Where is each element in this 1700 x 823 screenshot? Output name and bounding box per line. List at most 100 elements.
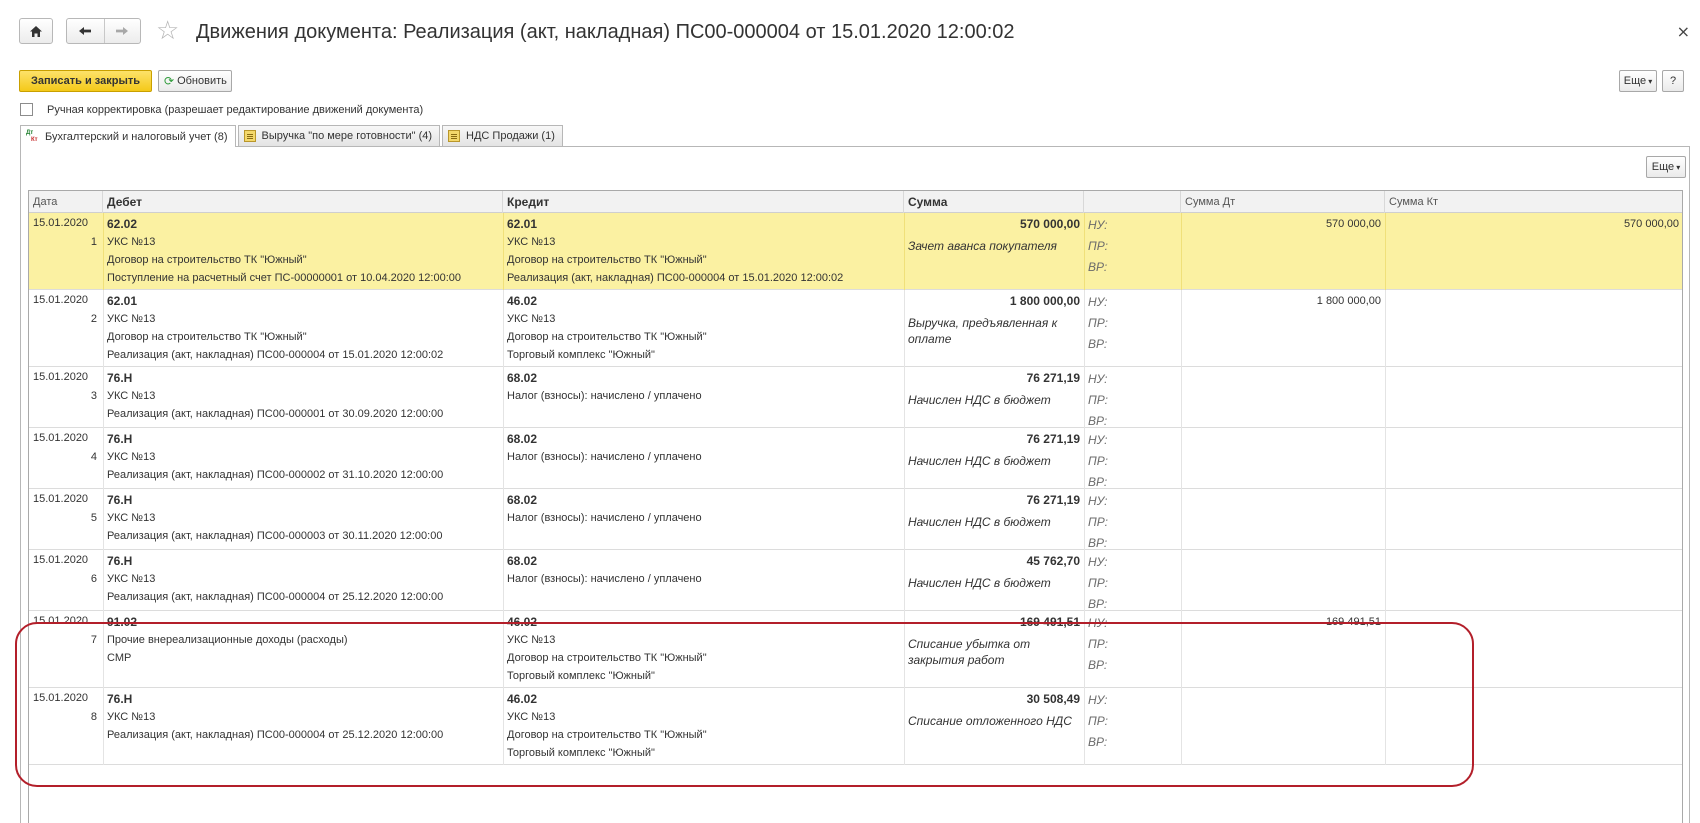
manual-correction-checkbox[interactable] (20, 103, 33, 116)
cell-date: 15.01.2020 (33, 294, 89, 306)
cell-line-number: 1 (90, 236, 97, 248)
more-button[interactable]: Еще ▾ (1619, 70, 1657, 92)
cell-debit-account: 91.02 (107, 615, 138, 629)
back-button[interactable] (67, 19, 104, 43)
tab-revenue[interactable]: Выручка "по мере готовности" (4) (237, 125, 441, 146)
cell-content: Зачет аванса покупателя (908, 239, 1057, 253)
cell-tag-vr: ВР: (1088, 735, 1108, 749)
column-divider (904, 688, 905, 765)
cell-tag-nu: НУ: (1088, 494, 1108, 508)
cell-debit-subconto: УКС №13 (107, 451, 156, 463)
save-and-close-button[interactable]: Записать и закрыть (19, 70, 152, 92)
header-sum[interactable]: Сумма (904, 191, 1084, 213)
column-divider (904, 367, 905, 428)
cell-credit-account: 68.02 (507, 554, 538, 568)
cell-content: Начислен НДС в бюджет (908, 393, 1051, 407)
tab-label: НДС Продажи (1) (466, 130, 555, 142)
cell-tag-pr: ПР: (1088, 637, 1108, 651)
table-row[interactable]: 15.01.2020 7 91.02 Прочие внереализационные… (29, 611, 1682, 688)
cell-credit-account: 68.02 (507, 371, 538, 385)
column-divider (503, 367, 504, 428)
cell-tag-nu: НУ: (1088, 616, 1108, 630)
column-divider (1084, 550, 1085, 611)
column-divider (503, 688, 504, 765)
help-button[interactable]: ? (1662, 70, 1684, 92)
cell-debit-subconto: УКС №13 (107, 313, 156, 325)
manual-correction-label: Ручная корректировка (разрешает редактир… (47, 103, 424, 116)
more-label: Еще (1651, 161, 1675, 173)
header-sum-kt[interactable]: Сумма Кт (1385, 191, 1682, 213)
register-icon (448, 130, 461, 142)
header-debit[interactable]: Дебет (103, 191, 503, 213)
table-row[interactable]: 15.01.2020 8 76.Н УКС №13 Реализация (акт, н… (29, 688, 1682, 765)
table-row[interactable]: 15.01.2020 1 62.02 УКС №13 Договор на строит… (29, 213, 1682, 290)
column-divider (503, 428, 504, 489)
header-date[interactable]: Дата (29, 191, 103, 213)
tab-label: Бухгалтерский и налоговый учет (8) (45, 130, 228, 143)
cell-debit-subconto: УКС №13 (107, 390, 156, 402)
table-row[interactable]: 15.01.2020 4 76.Н УКС №13 Реализация (акт, н… (29, 428, 1682, 489)
refresh-button[interactable]: ⟳ Обновить (158, 70, 232, 92)
cell-line-number: 3 (90, 390, 97, 402)
cell-credit-subconto: Налог (взносы): начислено / уплачено (507, 573, 702, 585)
table-row[interactable]: 15.01.2020 2 62.01 УКС №13 Договор на строит… (29, 290, 1682, 367)
cell-sum-dt: 570 000,00 (1325, 218, 1381, 230)
favorite-star-icon[interactable]: ☆ (156, 17, 179, 45)
forward-button[interactable] (103, 19, 141, 43)
cell-debit-account: 76.Н (107, 371, 133, 385)
column-divider (503, 213, 504, 290)
column-divider (103, 367, 104, 428)
cell-debit-subconto: УКС №13 (107, 573, 156, 585)
table-row[interactable]: 15.01.2020 3 76.Н УКС №13 Реализация (акт, н… (29, 367, 1682, 428)
cell-content: Начислен НДС в бюджет (908, 515, 1051, 529)
arrow-right-icon (116, 27, 129, 35)
cell-sum: 570 000,00 (1019, 217, 1080, 231)
table-row[interactable]: 15.01.2020 6 76.Н УКС №13 Реализация (акт, н… (29, 550, 1682, 611)
cell-debit-subconto: УКС №13 (107, 711, 156, 723)
cell-tag-pr: ПР: (1088, 239, 1108, 253)
cell-debit-subconto: Реализация (акт, накладная) ПС00-000002 … (107, 469, 444, 481)
home-button[interactable] (19, 18, 53, 44)
column-divider (1084, 367, 1085, 428)
cell-debit-subconto: Реализация (акт, накладная) ПС00-000004 … (107, 729, 444, 741)
cell-credit-account: 46.02 (507, 294, 538, 308)
cell-content: Начислен НДС в бюджет (908, 454, 1051, 468)
cell-tag-vr: ВР: (1088, 597, 1108, 611)
column-divider (1181, 550, 1182, 611)
column-divider (1385, 688, 1386, 765)
column-divider (1181, 688, 1182, 765)
cell-credit-subconto: Реализация (акт, накладная) ПС00-000004 … (507, 272, 844, 284)
cell-credit-subconto: Торговый комплекс "Южный" (507, 349, 655, 361)
column-divider (904, 290, 905, 367)
postings-table[interactable]: Дата Дебет Кредит Сумма Сумма Дт Сумма К… (28, 190, 1683, 823)
cell-sum: 76 271,19 (1026, 493, 1080, 507)
cell-date: 15.01.2020 (33, 692, 89, 704)
column-divider (503, 489, 504, 550)
tab-accounting[interactable]: Дт Кт Бухгалтерский и налоговый учет (8) (20, 125, 236, 147)
column-divider (1084, 489, 1085, 550)
table-header: Дата Дебет Кредит Сумма Сумма Дт Сумма К… (29, 191, 1682, 213)
page-title: Движения документа: Реализация (акт, нак… (196, 21, 1015, 43)
cell-credit-subconto: Договор на строительство ТК "Южный" (507, 331, 707, 343)
header-credit[interactable]: Кредит (503, 191, 904, 213)
cell-credit-account: 68.02 (507, 493, 538, 507)
grid-more-button[interactable]: Еще ▾ (1646, 156, 1686, 178)
cell-credit-subconto: Договор на строительство ТК "Южный" (507, 729, 707, 741)
column-divider (1084, 428, 1085, 489)
cell-sum: 76 271,19 (1026, 371, 1080, 385)
register-icon (243, 130, 256, 142)
column-divider (1181, 489, 1182, 550)
column-divider (1385, 290, 1386, 367)
tab-vat-sales[interactable]: НДС Продажи (1) (442, 125, 563, 146)
table-row[interactable]: 15.01.2020 5 76.Н УКС №13 Реализация (акт, н… (29, 489, 1682, 550)
cell-sum-dt: 169 491,51 (1325, 616, 1381, 628)
header-tags (1084, 191, 1181, 213)
debit-credit-icon: Дт Кт (26, 129, 38, 143)
column-divider (1084, 213, 1085, 290)
column-divider (1385, 550, 1386, 611)
header-sum-dt[interactable]: Сумма Дт (1181, 191, 1385, 213)
column-divider (1385, 213, 1386, 290)
close-icon[interactable]: × (1677, 22, 1690, 41)
cell-date: 15.01.2020 (33, 615, 89, 627)
column-divider (904, 550, 905, 611)
